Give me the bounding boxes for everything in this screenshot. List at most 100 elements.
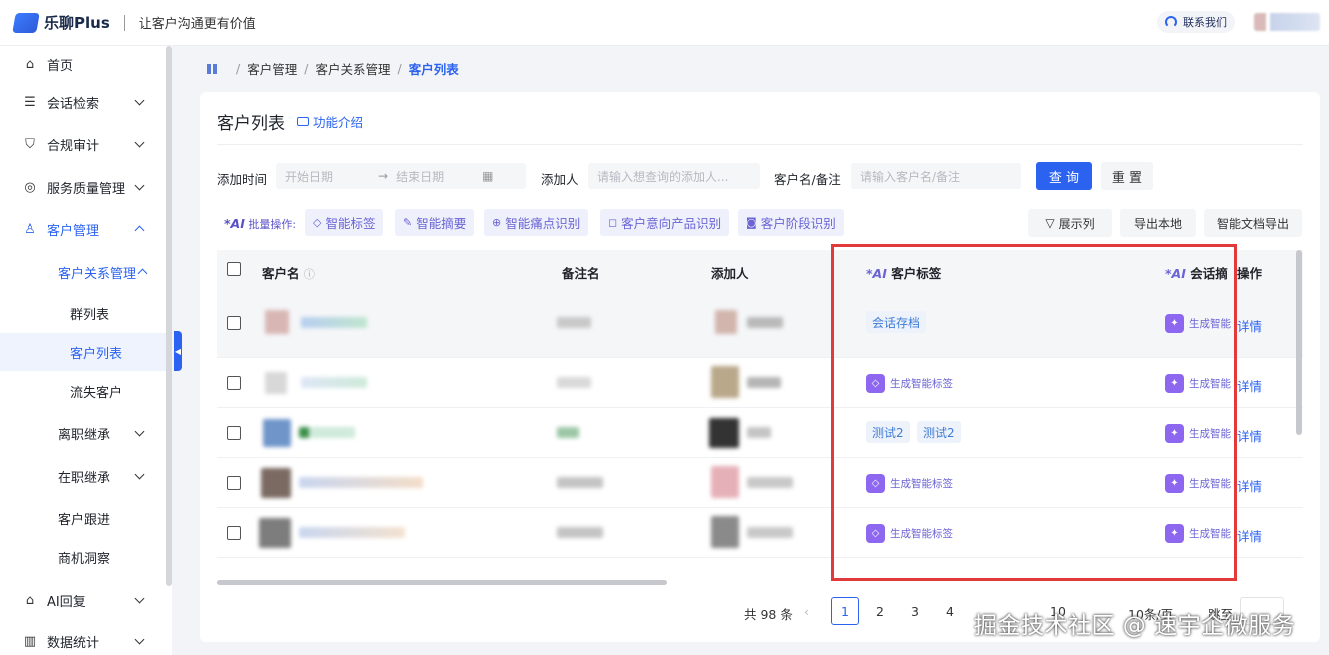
avatar [265,310,289,334]
export-doc-button[interactable]: 智能文档导出 [1204,209,1302,237]
sidebar-item-followup[interactable]: 客户跟进 [0,508,166,528]
prev-page-button[interactable]: ‹ [804,604,809,619]
page-button[interactable]: 2 [876,604,884,619]
chevron-down-icon [134,426,145,437]
sidebar-item-customer-relations[interactable]: 客户关系管理 [0,262,166,282]
chat-search-icon: ☰ [24,94,36,110]
adder-label: 添加人 [541,172,579,187]
chevron-down-icon [134,137,145,148]
adder-avatar [711,366,739,398]
sidebar-item-service-quality[interactable]: ◎ 服务质量管理 [0,177,166,197]
sidebar-item-customer-mgmt[interactable]: ♙ 客户管理 [0,219,166,239]
detail-link[interactable]: 详情 [1237,316,1262,335]
sidebar-item-statistics[interactable]: ▥ 数据统计 [0,631,166,651]
sidebar-item-chat-search[interactable]: ☰ 会话检索 [0,92,166,112]
sidebar-item-ai-reply[interactable]: ⌂ AI回复 [0,590,166,610]
detail-link[interactable]: 详情 [1237,526,1262,545]
customer-name[interactable] [301,317,367,328]
feature-intro-link[interactable]: 功能介绍 [297,112,363,131]
ai-intent-product-button[interactable]: ◻ 客户意向产品识别 [600,209,730,236]
sidebar-item-customer-list[interactable]: 客户列表 [0,333,166,371]
ai-pain-point-button[interactable]: ⊕ 智能痛点识别 [484,209,589,236]
adder-avatar [715,310,737,334]
export-local-button[interactable]: 导出本地 [1120,209,1196,237]
detail-link[interactable]: 详情 [1237,376,1262,395]
sidebar-item-resign-inherit[interactable]: 离职继承 [0,423,166,443]
customer-name[interactable] [301,377,367,388]
add-time-label: 添加时间 [217,172,268,187]
adder-name [747,427,771,438]
customer-name[interactable] [299,477,423,488]
table-vertical-scrollbar[interactable] [1296,250,1302,435]
reset-button[interactable]: 重 置 [1101,162,1153,190]
adder-name [747,377,781,388]
start-date-input[interactable]: 开始日期 [285,168,333,185]
collapse-sidebar-button[interactable]: ◀ [174,331,182,371]
sidebar-item-onjob-inherit[interactable]: 在职继承 [0,466,166,486]
show-columns-button[interactable]: ▽ 展示列 [1028,209,1112,237]
customer-name[interactable] [299,427,355,438]
avatar [263,419,291,447]
arrow-right-icon: → [378,169,389,183]
highlight-box [831,244,1237,581]
contact-us-label: 联系我们 [1183,16,1227,29]
end-date-input[interactable]: 结束日期 [396,168,444,185]
sidebar-item-opportunity[interactable]: 商机洞察 [0,547,166,567]
video-icon [297,117,309,126]
sidebar-scrollbar[interactable] [166,46,172,586]
sidebar-item-label: 群列表 [70,307,110,323]
table-horizontal-scrollbar[interactable] [217,580,667,585]
page-button[interactable]: 3 [911,604,919,619]
contact-us-button[interactable]: 联系我们 [1157,11,1235,33]
chevron-down-icon [134,469,145,480]
sidebar-item-label: 流失客户 [70,385,123,401]
sidebar-item-label: 客户管理 [47,223,100,239]
sidebar-item-home[interactable]: ⌂ 首页 [0,54,166,74]
pagination-total: 共 98 条 [744,607,793,622]
page-button[interactable]: 4 [946,604,954,619]
row-checkbox[interactable] [227,316,241,330]
adder-name [747,317,783,328]
customer-name[interactable] [299,527,405,538]
page-button-current[interactable]: 1 [831,597,859,625]
chevron-down-icon [134,634,145,645]
detail-link[interactable]: 详情 [1237,476,1262,495]
row-checkbox[interactable] [227,376,241,390]
row-checkbox[interactable] [227,526,241,540]
breadcrumb-item[interactable]: 客户关系管理 [315,59,390,78]
breadcrumb: / 客户管理 / 客户关系管理 / 客户列表 [207,59,459,78]
stage-icon: ◙ [746,216,757,229]
sidebar-item-label: 会话检索 [47,96,100,112]
ai-smart-tag-button[interactable]: ◇ 智能标签 [305,209,384,236]
sidebar-item-label: 在职继承 [58,470,111,486]
row-checkbox[interactable] [227,426,241,440]
headset-icon [1165,16,1177,28]
logo[interactable]: 乐聊Plus [12,12,110,33]
sidebar-item-lost-customers[interactable]: 流失客户 [0,381,166,401]
divider [217,144,1303,145]
sidebar-item-compliance[interactable]: ⛉ 合规审计 [0,134,166,154]
select-all-checkbox[interactable] [227,262,241,276]
service-quality-icon: ◎ [24,179,36,195]
detail-link[interactable]: 详情 [1237,426,1262,445]
shield-icon: ⛉ [25,136,35,152]
date-range-picker[interactable]: 开始日期 → 结束日期 ▦ [276,163,526,189]
sidebar-item-group-list[interactable]: 群列表 [0,303,166,323]
user-avatar[interactable] [1254,13,1320,31]
ai-smart-summary-button[interactable]: ✎ 智能摘要 [395,209,475,236]
query-button[interactable]: 查 询 [1036,162,1092,190]
chevron-up-icon [137,268,148,279]
remark-name [557,527,603,538]
customer-name-input[interactable]: 请输入客户名/备注 [851,163,1021,189]
calendar-icon: ▦ [482,169,494,183]
breadcrumb-item[interactable]: 客户管理 [247,59,297,78]
ai-stage-button[interactable]: ◙ 客户阶段识别 [738,209,844,236]
slogan: 让客户沟通更有价值 [138,17,256,32]
remark-name [557,477,603,488]
remark-name [557,427,579,438]
sidebar-item-label: 离职继承 [58,427,111,443]
apps-icon[interactable] [207,63,217,74]
row-checkbox[interactable] [227,476,241,490]
robot-icon: ⌂ [25,592,35,608]
adder-input[interactable]: 请输入想查询的添加人... [588,163,760,189]
